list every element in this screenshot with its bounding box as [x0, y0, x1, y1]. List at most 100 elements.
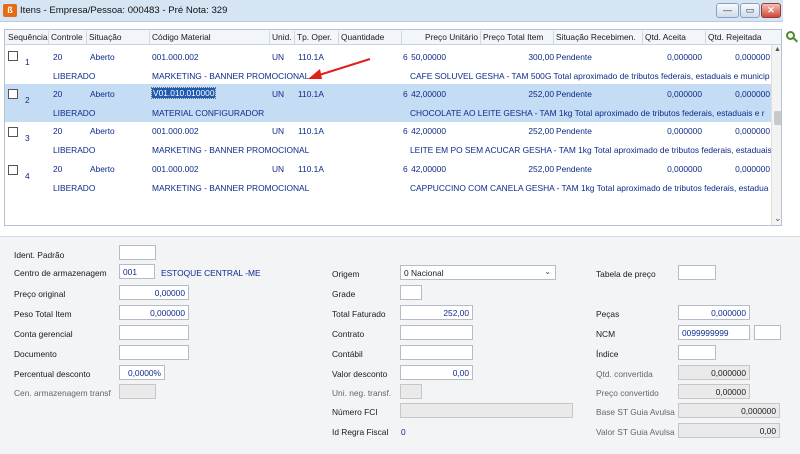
col-controle[interactable]: Controle	[51, 32, 83, 42]
label-qtd-convertida: Qtd. convertida	[596, 369, 653, 379]
cell-qtd-rejeitada: 0,000000	[735, 89, 770, 99]
col-quantidade[interactable]: Quantidade	[341, 32, 384, 42]
documento-field[interactable]	[119, 345, 189, 360]
col-qtd-aceita[interactable]: Qtd. Aceita	[645, 32, 686, 42]
label-contabil: Contábil	[332, 349, 363, 359]
cell-sequencia: 2	[25, 95, 30, 105]
cell-descricao-material: MARKETING - BANNER PROMOCIONAL	[152, 71, 310, 81]
grid-header: Sequência Controle Situação Código Mater…	[5, 30, 781, 45]
ncm-extra-field[interactable]	[754, 325, 781, 340]
label-percentual-desconto: Percentual desconto	[14, 369, 91, 379]
cell-situacao-recebimento: Pendente	[556, 164, 592, 174]
col-situacao-recebimento[interactable]: Situação Recebimen.	[556, 32, 636, 42]
col-situacao[interactable]: Situação	[89, 32, 122, 42]
label-tabela-preco: Tabela de preço	[596, 269, 656, 279]
col-sequencia[interactable]: Sequência	[8, 32, 48, 42]
preco-convertido-field: 0,00000	[678, 384, 750, 399]
cell-preco-unitario: 42,00000	[411, 89, 446, 99]
col-codigo-material[interactable]: Código Material	[152, 32, 211, 42]
search-icon[interactable]	[786, 31, 798, 43]
cell-preco-total: 252,00	[528, 126, 554, 136]
cell-preco-unitario: 50,00000	[411, 52, 446, 62]
cell-status: LIBERADO	[53, 145, 96, 155]
scroll-down-icon[interactable]: ⌄	[774, 213, 781, 224]
checkbox-icon[interactable]	[8, 51, 18, 61]
cell-qtd-aceita: 0,000000	[667, 164, 702, 174]
cell-tp-oper: 110.1A	[298, 164, 324, 174]
label-preco-convertido: Preço convertido	[596, 388, 659, 398]
contabil-field[interactable]	[400, 345, 473, 360]
cell-quantidade: 6	[403, 89, 408, 99]
cell-situacao-recebimento: Pendente	[556, 89, 592, 99]
minimize-button[interactable]: —	[716, 3, 739, 18]
cell-situacao: Aberto	[90, 52, 115, 62]
maximize-button[interactable]: ▭	[740, 3, 760, 18]
tabela-preco-field[interactable]	[678, 265, 716, 280]
base-st-guia-avulsa-field: 0,000000	[678, 403, 780, 418]
scroll-up-icon[interactable]: ▲	[774, 46, 781, 53]
pecas-field[interactable]: 0,000000	[678, 305, 750, 320]
ncm-field[interactable]: 0099999999	[678, 325, 750, 340]
label-indice: Índice	[596, 349, 619, 359]
dropdown-chevron-icon[interactable]: ⌄	[544, 267, 551, 276]
col-tp-oper[interactable]: Tp. Oper.	[297, 32, 332, 42]
centro-armazenagem-name: ESTOQUE CENTRAL -ME	[161, 268, 261, 278]
col-unid[interactable]: Unid.	[272, 32, 292, 42]
indice-field[interactable]	[678, 345, 716, 360]
cell-descricao-material: MARKETING - BANNER PROMOCIONAL	[152, 183, 310, 193]
cell-preco-unitario: 42,00000	[411, 126, 446, 136]
cell-descricao-produto: LEITE EM PO SEM ACUCAR GESHA - TAM 1kg T…	[410, 145, 772, 155]
preco-original-field[interactable]: 0,00000	[119, 285, 189, 300]
col-preco-unitario[interactable]: Preço Unitário	[425, 32, 478, 42]
cell-qtd-rejeitada: 0,000000	[735, 126, 770, 136]
cell-tp-oper: 110.1A	[298, 126, 324, 136]
window-title: Itens - Empresa/Pessoa: 000483 - Pré Not…	[20, 5, 228, 16]
numero-fci-field	[400, 403, 573, 418]
label-documento: Documento	[14, 349, 57, 359]
cell-codigo-material-editing[interactable]: V01.010.010000	[150, 87, 217, 99]
cell-codigo-material[interactable]: 001.000.002	[152, 52, 199, 62]
cell-codigo-material[interactable]: 001.000.002	[152, 126, 199, 136]
percentual-desconto-field[interactable]: 0,0000%	[119, 365, 165, 380]
label-peso-total-item: Peso Total Item	[14, 309, 72, 319]
contrato-field[interactable]	[400, 325, 473, 340]
table-row[interactable]: 4 20 Aberto 001.000.002 UN 110.1A 6 42,0…	[5, 160, 771, 198]
cell-qtd-aceita: 0,000000	[667, 52, 702, 62]
cell-unid: UN	[272, 52, 285, 62]
cell-sequencia: 1	[25, 57, 30, 67]
conta-gerencial-field[interactable]	[119, 325, 189, 340]
table-row-selected[interactable]: 2 20 Aberto V01.010.010000 UN 110.1A 6 4…	[5, 84, 771, 122]
scrollbar-thumb[interactable]	[774, 111, 781, 125]
grid-vertical-scrollbar[interactable]: ▲ ⌄	[771, 45, 781, 225]
table-row[interactable]: 1 20 Aberto 001.000.002 UN 110.1A 6 50,0…	[5, 46, 771, 84]
cell-situacao: Aberto	[90, 89, 115, 99]
origem-select[interactable]: 0 Nacional ⌄	[400, 265, 556, 280]
cell-quantidade: 6	[403, 126, 408, 136]
grade-field[interactable]	[400, 285, 422, 300]
col-preco-total-item[interactable]: Preço Total Item	[483, 32, 543, 42]
label-origem: Origem	[332, 269, 360, 279]
peso-total-item-field[interactable]: 0,000000	[119, 305, 189, 320]
checkbox-icon[interactable]	[8, 89, 18, 99]
checkbox-icon[interactable]	[8, 165, 18, 175]
centro-armazenagem-code-field[interactable]: 001	[119, 264, 155, 279]
cell-codigo-material[interactable]: 001.000.002	[152, 164, 199, 174]
cell-descricao-material: MATERIAL CONFIGURADOR	[152, 108, 265, 118]
cell-unid: UN	[272, 164, 285, 174]
cell-controle: 20	[53, 52, 63, 62]
valor-desconto-field[interactable]: 0,00	[400, 365, 473, 380]
label-base-st-guia-avulsa: Base ST Guia Avulsa	[596, 407, 675, 417]
total-faturado-field[interactable]: 252,00	[400, 305, 473, 320]
cell-sequencia: 4	[25, 171, 30, 181]
table-row[interactable]: 3 20 Aberto 001.000.002 UN 110.1A 6 42,0…	[5, 122, 772, 160]
cell-descricao-material: MARKETING - BANNER PROMOCIONAL	[152, 145, 310, 155]
label-numero-fci: Número FCI	[332, 407, 378, 417]
origem-value: 0 Nacional	[404, 268, 444, 278]
checkbox-icon[interactable]	[8, 127, 18, 137]
close-button[interactable]: ✕	[761, 3, 781, 18]
ident-padrao-field[interactable]	[119, 245, 156, 260]
cell-status: LIBERADO	[53, 71, 96, 81]
window-titlebar: ß Itens - Empresa/Pessoa: 000483 - Pré N…	[0, 0, 783, 22]
cell-descricao-produto: CAFE SOLUVEL GESHA - TAM 500G Total apro…	[410, 71, 770, 81]
col-qtd-rejeitada[interactable]: Qtd. Rejeitada	[708, 32, 762, 42]
